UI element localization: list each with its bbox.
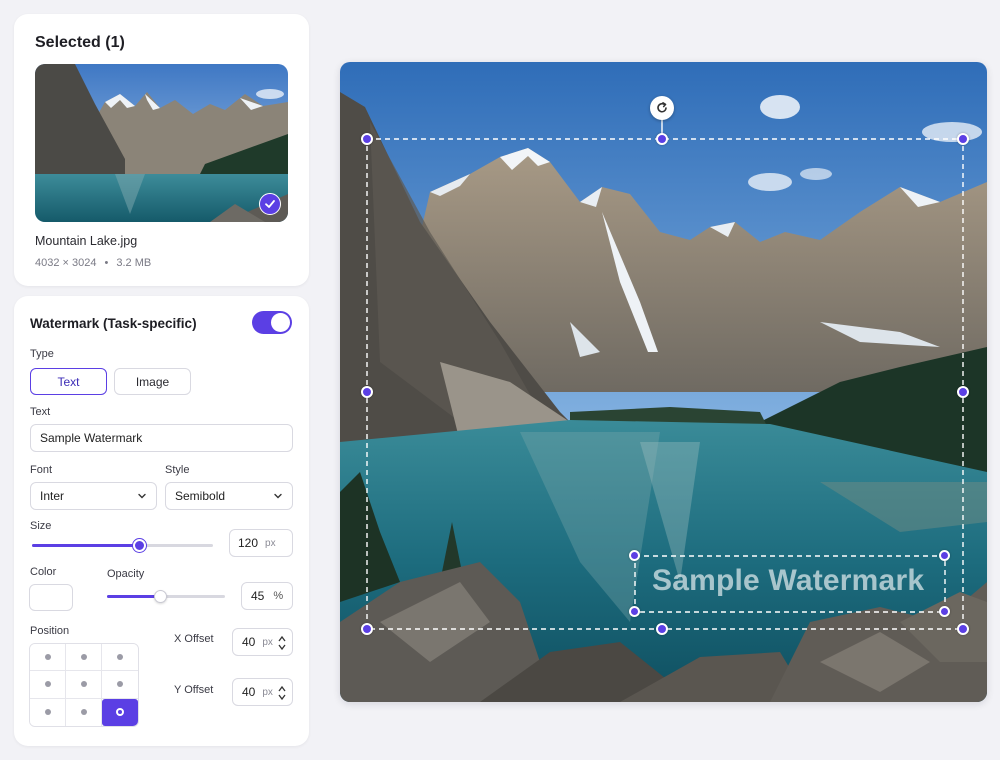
size-input[interactable]: 120 px bbox=[229, 529, 293, 557]
opacity-slider-thumb[interactable] bbox=[154, 590, 167, 603]
selected-panel: Selected (1) Mountain Lake.jpg 4032 × 30… bbox=[14, 14, 309, 286]
chevron-down-icon bbox=[274, 493, 282, 499]
position-label: Position bbox=[30, 625, 70, 637]
file-dimensions: 4032 × 3024 bbox=[35, 257, 97, 269]
position-top-center[interactable] bbox=[66, 644, 102, 672]
size-slider[interactable] bbox=[32, 539, 213, 552]
font-label: Font bbox=[30, 464, 53, 476]
stepper-arrows-icon[interactable] bbox=[277, 634, 287, 652]
image-canvas[interactable]: Sample Watermark bbox=[340, 62, 987, 702]
opacity-label: Opacity bbox=[107, 568, 145, 580]
position-dot bbox=[80, 654, 87, 661]
position-dot bbox=[44, 681, 51, 688]
y-offset-input[interactable]: 40 px bbox=[232, 678, 293, 706]
opacity-slider[interactable] bbox=[107, 590, 225, 603]
size-value: 120 bbox=[238, 536, 259, 550]
text-label: Text bbox=[30, 406, 51, 418]
font-value: Inter bbox=[40, 489, 65, 503]
opacity-slider-fill bbox=[107, 595, 160, 598]
resize-handle-top-left[interactable] bbox=[361, 133, 373, 145]
file-meta: 4032 × 3024 • 3.2 MB bbox=[35, 257, 151, 269]
font-select[interactable]: Inter bbox=[30, 482, 157, 510]
position-dot bbox=[80, 709, 87, 716]
y-offset-unit: px bbox=[262, 686, 273, 698]
watermark-text-input[interactable]: Sample Watermark bbox=[30, 424, 293, 452]
chevron-down-icon bbox=[138, 493, 146, 499]
thumbnail-landscape bbox=[35, 64, 288, 222]
position-middle-left[interactable] bbox=[30, 671, 66, 699]
selected-title: Selected (1) bbox=[35, 34, 125, 51]
x-offset-unit: px bbox=[262, 636, 273, 648]
position-bottom-center[interactable] bbox=[66, 698, 102, 726]
file-name: Mountain Lake.jpg bbox=[35, 234, 138, 248]
position-dot bbox=[80, 681, 87, 688]
type-label: Type bbox=[30, 348, 54, 360]
watermark-handle-bottom-right[interactable] bbox=[939, 606, 950, 617]
y-offset-value: 40 bbox=[242, 685, 256, 699]
size-slider-thumb[interactable] bbox=[133, 539, 146, 552]
position-grid bbox=[29, 643, 139, 727]
color-label: Color bbox=[30, 566, 57, 578]
selected-image-thumbnail[interactable] bbox=[35, 64, 288, 222]
watermark-handle-top-left[interactable] bbox=[629, 550, 640, 561]
x-offset-label: X Offset bbox=[174, 633, 214, 645]
resize-handle-top-right[interactable] bbox=[957, 133, 969, 145]
opacity-unit: % bbox=[273, 590, 284, 602]
type-option-text[interactable]: Text bbox=[30, 368, 107, 395]
style-value: Semibold bbox=[175, 489, 226, 503]
watermark-handle-top-right[interactable] bbox=[939, 550, 950, 561]
size-slider-fill bbox=[32, 544, 139, 547]
size-unit: px bbox=[265, 537, 276, 549]
type-option-image[interactable]: Image bbox=[114, 368, 191, 395]
position-bottom-left[interactable] bbox=[30, 698, 66, 726]
resize-handle-bottom-right[interactable] bbox=[957, 623, 969, 635]
watermark-handle-bottom-left[interactable] bbox=[629, 606, 640, 617]
file-size: 3.2 MB bbox=[116, 257, 152, 269]
opacity-value: 45 bbox=[251, 589, 265, 603]
toggle-knob bbox=[271, 313, 290, 332]
watermark-text-value: Sample Watermark bbox=[40, 431, 143, 445]
position-dot bbox=[44, 709, 51, 716]
style-select[interactable]: Semibold bbox=[165, 482, 293, 510]
color-swatch[interactable] bbox=[29, 584, 73, 611]
stepper-arrows-icon[interactable] bbox=[277, 684, 287, 702]
position-center[interactable] bbox=[66, 671, 102, 699]
position-middle-right[interactable] bbox=[102, 671, 138, 699]
canvas-landscape-image bbox=[340, 62, 987, 702]
watermark-panel: Watermark (Task-specific) Type Text Imag… bbox=[14, 296, 309, 746]
resize-handle-bottom[interactable] bbox=[656, 623, 668, 635]
x-offset-input[interactable]: 40 px bbox=[232, 628, 293, 656]
size-label: Size bbox=[30, 520, 52, 532]
position-bottom-right[interactable] bbox=[102, 698, 138, 726]
watermark-toggle[interactable] bbox=[252, 311, 292, 334]
resize-handle-right[interactable] bbox=[957, 386, 969, 398]
selected-check-icon bbox=[259, 193, 281, 215]
position-dot bbox=[117, 681, 123, 688]
meta-separator: • bbox=[104, 257, 109, 269]
y-offset-label: Y Offset bbox=[174, 684, 214, 696]
x-offset-value: 40 bbox=[242, 635, 256, 649]
watermark-title: Watermark (Task-specific) bbox=[30, 316, 197, 331]
canvas-watermark-text[interactable]: Sample Watermark bbox=[652, 564, 924, 598]
resize-handle-top[interactable] bbox=[656, 133, 668, 145]
position-dot bbox=[117, 654, 123, 661]
position-dot bbox=[44, 654, 51, 661]
resize-handle-left[interactable] bbox=[361, 386, 373, 398]
resize-handle-bottom-left[interactable] bbox=[361, 623, 373, 635]
position-top-right[interactable] bbox=[102, 644, 138, 672]
position-selected-dot bbox=[116, 708, 124, 717]
rotate-icon[interactable] bbox=[650, 96, 674, 120]
position-top-left[interactable] bbox=[30, 644, 66, 672]
opacity-input[interactable]: 45% bbox=[241, 582, 293, 610]
style-label: Style bbox=[165, 464, 190, 476]
